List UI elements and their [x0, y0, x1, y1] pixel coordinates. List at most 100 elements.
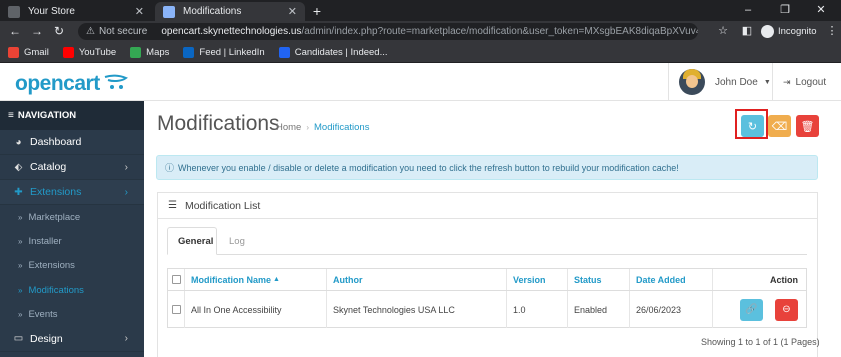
sidebar-subitem-marketplace[interactable]: » Marketplace	[0, 205, 144, 230]
cart-logo-icon	[104, 74, 128, 89]
cell-select	[168, 291, 185, 328]
breadcrumb-home[interactable]: Home	[276, 122, 301, 133]
sort-asc-icon: ▲	[273, 276, 280, 283]
header-cell-version[interactable]: Version	[507, 269, 568, 290]
sidebar-subitem-extensions[interactable]: » Extensions	[0, 253, 144, 279]
sidepanel-icon[interactable]: ◧	[740, 24, 754, 38]
bookmark-indeed[interactable]: Candidates | Indeed...	[278, 46, 388, 58]
chevron-right-icon: ›	[124, 186, 128, 198]
cell-author: Skynet Technologies USA LLC	[327, 291, 507, 328]
incognito-icon	[761, 25, 774, 38]
sign-out-icon: ⇥	[783, 76, 791, 87]
panel-tabs: General Log	[167, 227, 807, 255]
url-path: /admin/index.php?route=marketplace/modif…	[301, 26, 698, 37]
alert-text: Whenever you enable / disable or delete …	[178, 162, 679, 173]
youtube-icon	[62, 46, 74, 58]
hamburger-icon: ≡	[8, 110, 14, 121]
bookmark-label: Feed | LinkedIn	[199, 46, 265, 58]
cell-status: Enabled	[568, 291, 630, 328]
sidebar-item-label: Design	[30, 332, 63, 345]
breadcrumb-current[interactable]: Modifications	[314, 122, 369, 133]
browser-tab-modifications[interactable]: Modifications ✕	[155, 2, 305, 21]
address-bar: ← → ↻ ⚠ Not secure opencart.skynettechno…	[0, 21, 841, 42]
sidebar-subitem-modifications[interactable]: » Modifications	[0, 278, 144, 303]
maps-icon	[130, 46, 142, 58]
angle-right-icon: »	[18, 237, 23, 247]
header-cell-status[interactable]: Status	[568, 269, 630, 290]
delete-button[interactable]: 🗑	[796, 115, 819, 137]
clear-button[interactable]: ⌫	[768, 115, 791, 137]
close-icon[interactable]: ✕	[288, 5, 297, 18]
indeed-icon	[278, 46, 290, 58]
info-alert: ⓘ Whenever you enable / disable or delet…	[156, 155, 818, 180]
cell-action: 🔗 ⊖	[713, 291, 806, 328]
header-cell-date-added[interactable]: Date Added	[630, 269, 713, 290]
menu-kebab-icon[interactable]: ⋮	[825, 24, 839, 38]
url-input[interactable]: ⚠ Not secure opencart.skynettechnologies…	[78, 23, 698, 40]
user-name: John Doe	[715, 76, 758, 88]
user-menu[interactable]: John Doe ▼	[668, 63, 772, 101]
trash-icon: 🗑	[800, 120, 815, 133]
tab-label: Your Store	[28, 6, 75, 17]
restore-icon[interactable]: ❐	[772, 2, 798, 18]
header-cell-author[interactable]: Author	[327, 269, 507, 290]
panel-title: Modification List	[184, 199, 261, 212]
chevron-right-icon: ›	[124, 333, 128, 345]
refresh-button[interactable]: ↻	[741, 115, 764, 137]
cell-version: 1.0	[507, 291, 568, 328]
cell-date-added: 26/06/2023	[630, 291, 713, 328]
sidebar-subitem-installer[interactable]: » Installer	[0, 229, 144, 254]
breadcrumb-separator-icon: ›	[306, 123, 310, 132]
star-icon[interactable]: ☆	[716, 24, 730, 38]
modifications-table: Modification Name ▲ Author Version Statu…	[167, 268, 807, 328]
sidebar-item-catalog[interactable]: ⬖ Catalog ›	[0, 155, 144, 180]
cell-name: All In One Accessibility	[185, 291, 327, 328]
breadcrumb: Home › Modifications	[276, 122, 369, 133]
nav-title: ≡ NAVIGATION	[0, 101, 144, 130]
bookmark-maps[interactable]: Maps	[130, 46, 170, 58]
sidebar-item-extensions[interactable]: ✚ Extensions ›	[0, 180, 144, 205]
info-circle-icon: ⓘ	[165, 163, 175, 173]
row-checkbox[interactable]	[171, 305, 181, 314]
eraser-icon: ⌫	[771, 120, 788, 133]
incognito-badge[interactable]: Incognito	[761, 24, 817, 39]
incognito-label: Incognito	[778, 26, 817, 37]
bookmark-label: Maps	[146, 46, 170, 58]
sidebar-item-label: Dashboard	[30, 136, 82, 148]
bookmark-linkedin[interactable]: Feed | LinkedIn	[183, 46, 265, 58]
close-icon[interactable]: ✕	[135, 5, 144, 18]
bookmark-gmail[interactable]: Gmail	[8, 46, 49, 58]
header-cell-action: Action	[770, 274, 798, 285]
browser-tab-your-store[interactable]: Your Store ✕	[0, 2, 152, 21]
minimize-icon[interactable]: –	[735, 2, 761, 18]
bookmark-youtube[interactable]: YouTube	[62, 46, 116, 58]
forward-icon[interactable]: →	[28, 23, 46, 40]
panel-heading: ☰ Modification List	[158, 193, 817, 219]
header-cell-select	[168, 269, 185, 290]
header-cell-name[interactable]: Modification Name ▲	[185, 269, 327, 290]
chevron-right-icon: ›	[124, 161, 128, 173]
bookmarks-bar: Gmail YouTube Maps Feed | LinkedIn Candi…	[0, 42, 841, 63]
select-all-checkbox[interactable]	[171, 275, 181, 284]
tab-general[interactable]: General	[167, 227, 217, 255]
table-row: All In One Accessibility Skynet Technolo…	[168, 291, 806, 328]
disable-button[interactable]: ⊖	[775, 298, 798, 321]
sidebar-item-dashboard[interactable]: ◕ Dashboard	[0, 130, 144, 155]
back-icon[interactable]: ←	[6, 23, 24, 40]
sidebar: ≡ NAVIGATION ◕ Dashboard ⬖ Catalog › ✚ E…	[0, 101, 144, 357]
gmail-icon	[8, 46, 19, 58]
sidebar-item-label: Catalog	[30, 161, 67, 173]
close-window-icon[interactable]: ✕	[808, 2, 834, 18]
reload-icon[interactable]: ↻	[50, 23, 68, 40]
sidebar-subitem-label: Marketplace	[28, 211, 81, 223]
plus-icon[interactable]: +	[308, 2, 326, 20]
logout-link[interactable]: ⇥ Logout	[772, 63, 841, 101]
sidebar-item-design[interactable]: ▭ Design ›	[0, 327, 144, 352]
opencart-logo[interactable]: opencart	[15, 72, 100, 96]
open-link-button[interactable]: 🔗	[740, 298, 763, 321]
avatar	[679, 69, 705, 95]
sidebar-subitem-label: Installer	[28, 236, 62, 248]
sidebar-subitem-events[interactable]: » Events	[0, 302, 144, 327]
caret-down-icon: ▼	[763, 78, 771, 86]
tab-log[interactable]: Log	[219, 227, 255, 255]
